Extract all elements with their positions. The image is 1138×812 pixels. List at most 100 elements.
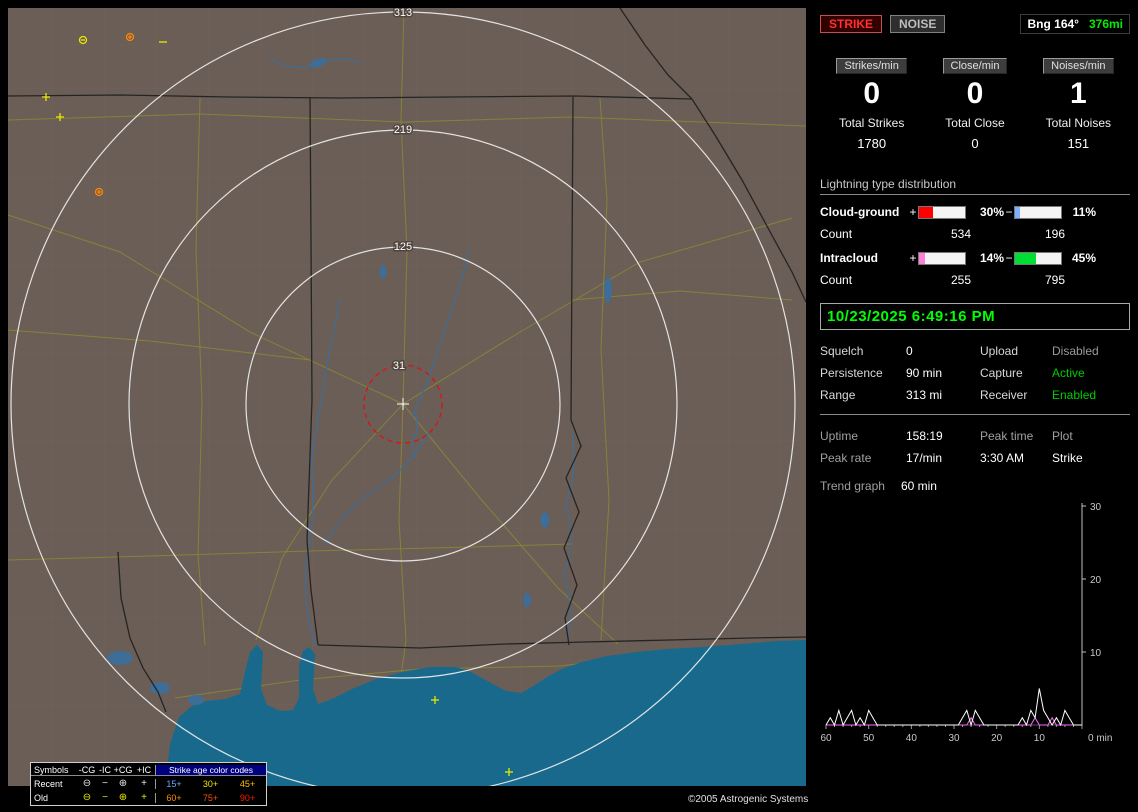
peak-time-value: 3:30 AM bbox=[980, 451, 1052, 465]
cg-plus-count: 534 bbox=[918, 227, 1004, 241]
copyright: ©2005 Astrogenic Systems bbox=[688, 794, 808, 805]
legend-col-neg-ic: -IC bbox=[97, 765, 113, 776]
trend-axis-label: 60 bbox=[820, 733, 832, 744]
trend-graph: 1020306050403020100 min bbox=[820, 499, 1130, 757]
pos-ic-recent-symbol: + bbox=[133, 779, 155, 789]
noises-column: Noises/min 1 Total Noises 151 bbox=[1027, 58, 1130, 151]
persistence-value: 90 min bbox=[906, 366, 980, 380]
ring-label-313: 313 bbox=[394, 8, 412, 19]
squelch-value: 0 bbox=[906, 344, 980, 358]
noise-button[interactable]: NOISE bbox=[890, 15, 945, 33]
legend-col-pos-cg: +CG bbox=[113, 765, 133, 776]
age-45: 45+ bbox=[229, 779, 266, 789]
upload-label: Upload bbox=[980, 344, 1052, 358]
bearing-indicator: Bng 164° 376mi bbox=[1020, 14, 1130, 34]
strike-button[interactable]: STRIKE bbox=[820, 15, 882, 33]
receiver-label: Receiver bbox=[980, 388, 1052, 402]
neg-cg-recent-symbol: ⊖ bbox=[77, 779, 97, 789]
trend-graph-header: Trend graph 60 min bbox=[820, 479, 1130, 493]
trend-series-strike bbox=[826, 689, 1082, 726]
peak-rate-value: 17/min bbox=[906, 451, 980, 465]
noises-per-min-button[interactable]: Noises/min bbox=[1043, 58, 1113, 74]
sidebar: STRIKE NOISE Bng 164° 376mi Strikes/min … bbox=[812, 0, 1138, 812]
trend-axis-label: 30 bbox=[948, 733, 960, 744]
map[interactable]: 313 219 125 31 bbox=[8, 8, 806, 786]
close-per-min-button[interactable]: Close/min bbox=[943, 58, 1008, 74]
cloud-ground-counts: Count 534 196 bbox=[820, 227, 1130, 241]
total-close-value: 0 bbox=[923, 136, 1026, 151]
cg-plus-bar bbox=[918, 206, 966, 219]
intracloud-counts: Count 255 795 bbox=[820, 273, 1130, 287]
trend-axis-label: 0 min bbox=[1088, 733, 1112, 744]
total-close-label: Total Close bbox=[923, 116, 1026, 130]
ic-plus-pct: 14% bbox=[966, 251, 1004, 265]
cloud-ground-label: Cloud-ground bbox=[820, 205, 908, 219]
total-strikes-label: Total Strikes bbox=[820, 116, 923, 130]
capture-label: Capture bbox=[980, 366, 1052, 380]
neg-ic-old-symbol: − bbox=[97, 793, 113, 803]
pos-cg-recent-symbol: ⊕ bbox=[113, 779, 133, 789]
total-noises-value: 151 bbox=[1027, 136, 1130, 151]
status-panel: Uptime 158:19 Peak time Plot Peak rate 1… bbox=[820, 429, 1130, 465]
cg-plus-pct: 30% bbox=[966, 205, 1004, 219]
upload-status: Disabled bbox=[1052, 344, 1126, 358]
toolbar: STRIKE NOISE Bng 164° 376mi bbox=[820, 14, 1130, 34]
neg-cg-old-symbol: ⊖ bbox=[77, 793, 97, 803]
lightning-distribution: Lightning type distribution Cloud-ground… bbox=[820, 177, 1130, 287]
trend-axis-label: 20 bbox=[991, 733, 1003, 744]
total-noises-label: Total Noises bbox=[1027, 116, 1130, 130]
plus-sign: + bbox=[908, 251, 918, 265]
close-per-min-value: 0 bbox=[923, 76, 1026, 112]
legend-col-neg-cg: -CG bbox=[77, 765, 97, 776]
legend-col-pos-ic: +IC bbox=[133, 765, 155, 776]
bearing-label: Bng 164° bbox=[1027, 17, 1078, 31]
map-canvas: 313 219 125 31 bbox=[8, 8, 806, 786]
ring-label-219: 219 bbox=[394, 124, 412, 136]
bearing-distance: 376mi bbox=[1089, 17, 1123, 31]
map-legend: Symbols -CG -IC +CG +IC Strike age color… bbox=[30, 762, 267, 806]
trend-axis-label: 40 bbox=[906, 733, 918, 744]
strikes-per-min-value: 0 bbox=[820, 76, 923, 112]
cg-minus-bar bbox=[1014, 206, 1062, 219]
cg-minus-pct: 11% bbox=[1062, 205, 1096, 219]
squelch-label: Squelch bbox=[820, 344, 906, 358]
ic-minus-bar bbox=[1014, 252, 1062, 265]
settings-panel: Squelch 0 Upload Disabled Persistence 90… bbox=[820, 344, 1130, 402]
range-value: 313 mi bbox=[906, 388, 980, 402]
pos-cg-old-symbol: ⊕ bbox=[113, 793, 133, 803]
range-label: Range bbox=[820, 388, 906, 402]
ic-minus-count: 795 bbox=[1014, 273, 1096, 287]
datetime-display: 10/23/2025 6:49:16 PM bbox=[820, 303, 1130, 330]
trend-window-value: 60 min bbox=[901, 479, 937, 493]
age-30: 30+ bbox=[192, 779, 229, 789]
minus-sign: − bbox=[1004, 251, 1014, 265]
trend-axis-label: 10 bbox=[1034, 733, 1046, 744]
legend-recent-label: Recent bbox=[31, 779, 77, 789]
legend-age-title: Strike age color codes bbox=[155, 765, 266, 776]
minus-sign: − bbox=[1004, 205, 1014, 219]
ic-plus-count: 255 bbox=[918, 273, 1004, 287]
age-75: 75+ bbox=[192, 793, 229, 803]
legend-old-label: Old bbox=[31, 793, 77, 803]
plot-label: Plot bbox=[1052, 429, 1126, 443]
strikes-per-min-button[interactable]: Strikes/min bbox=[836, 58, 906, 74]
peak-rate-label: Peak rate bbox=[820, 451, 906, 465]
divider bbox=[820, 414, 1130, 415]
age-15: 15+ bbox=[155, 779, 192, 789]
total-strikes-value: 1780 bbox=[820, 136, 923, 151]
plot-value: Strike bbox=[1052, 451, 1126, 465]
plus-sign: + bbox=[908, 205, 918, 219]
stormvue-window: 313 219 125 31 Symbols -CG -IC +CG +IC S… bbox=[0, 0, 1138, 812]
trend-axis-label: 10 bbox=[1090, 648, 1102, 659]
peak-time-label: Peak time bbox=[980, 429, 1052, 443]
close-column: Close/min 0 Total Close 0 bbox=[923, 58, 1026, 151]
cloud-ground-row: Cloud-ground + 30% − 11% bbox=[820, 205, 1130, 219]
neg-ic-recent-symbol: − bbox=[97, 779, 113, 789]
ic-minus-pct: 45% bbox=[1062, 251, 1096, 265]
ring-label-125: 125 bbox=[394, 241, 412, 253]
trend-axis-label: 50 bbox=[863, 733, 875, 744]
rate-panel: Strikes/min 0 Total Strikes 1780 Close/m… bbox=[820, 58, 1130, 151]
count-label: Count bbox=[820, 273, 908, 287]
uptime-label: Uptime bbox=[820, 429, 906, 443]
trend-axis-label: 20 bbox=[1090, 575, 1102, 586]
